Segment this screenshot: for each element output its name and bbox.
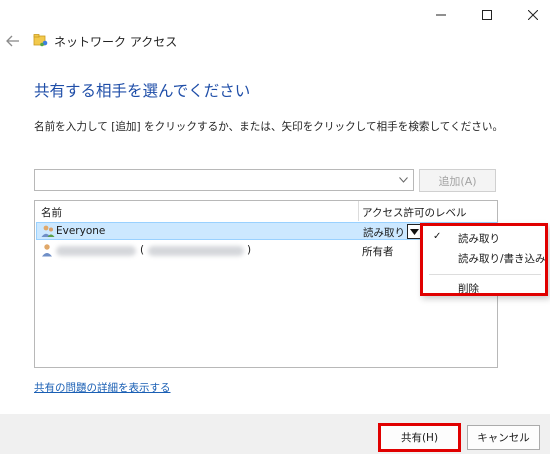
redacted-account-id	[148, 246, 244, 256]
menu-item-label: 削除	[458, 283, 479, 295]
network-share-icon	[33, 34, 48, 47]
column-header-permission[interactable]: アクセス許可のレベル	[362, 205, 466, 220]
menu-item-read[interactable]: ✓ 読み取り	[421, 228, 547, 246]
check-icon: ✓	[433, 231, 442, 242]
minimize-button[interactable]	[418, 0, 464, 30]
back-button[interactable]	[4, 32, 22, 50]
group-users-icon	[41, 225, 55, 237]
instructions-text: 名前を入力して [追加] をクリックするか、または、矢印をクリックして相手を検索…	[34, 121, 504, 133]
maximize-button[interactable]	[464, 0, 510, 30]
dropdown-arrow-icon	[410, 228, 419, 235]
menu-item-label: 読み取り	[458, 233, 500, 245]
back-arrow-icon	[6, 35, 19, 47]
open-paren: (	[140, 244, 145, 256]
close-icon	[528, 10, 538, 20]
column-divider[interactable]	[358, 201, 359, 221]
cancel-button[interactable]: キャンセル	[467, 425, 540, 450]
add-button[interactable]: 追加(A)	[419, 169, 496, 192]
column-header-name[interactable]: 名前	[41, 205, 62, 220]
redacted-user-name	[56, 246, 136, 256]
menu-item-remove[interactable]: 削除	[421, 278, 547, 296]
minimize-icon	[436, 14, 446, 16]
close-button[interactable]	[510, 0, 550, 30]
menu-item-label: 読み取り/書き込み	[458, 253, 546, 265]
permission-level: 所有者	[362, 246, 394, 258]
permission-context-menu: ✓ 読み取り 読み取り/書き込み 削除	[420, 223, 548, 296]
list-header: 名前 アクセス許可のレベル	[35, 201, 497, 221]
user-icon	[42, 244, 52, 257]
name-input[interactable]	[35, 171, 385, 192]
name-combobox[interactable]	[34, 169, 414, 192]
page-heading: 共有する相手を選んでください	[34, 82, 251, 100]
network-access-window: ネットワーク アクセス 共有する相手を選んでください 名前を入力して [追加] …	[0, 0, 550, 454]
help-link[interactable]: 共有の問題の詳細を表示する	[34, 380, 171, 395]
menu-item-read-write[interactable]: 読み取り/書き込み	[421, 248, 547, 266]
menu-separator	[429, 274, 541, 275]
maximize-icon	[482, 10, 492, 20]
user-name: Everyone	[56, 225, 106, 237]
window-title: ネットワーク アクセス	[54, 35, 178, 49]
share-button[interactable]: 共有(H)	[380, 425, 459, 450]
permission-level: 読み取り	[363, 227, 405, 239]
close-paren: )	[247, 244, 252, 256]
chevron-down-icon[interactable]	[397, 173, 409, 187]
